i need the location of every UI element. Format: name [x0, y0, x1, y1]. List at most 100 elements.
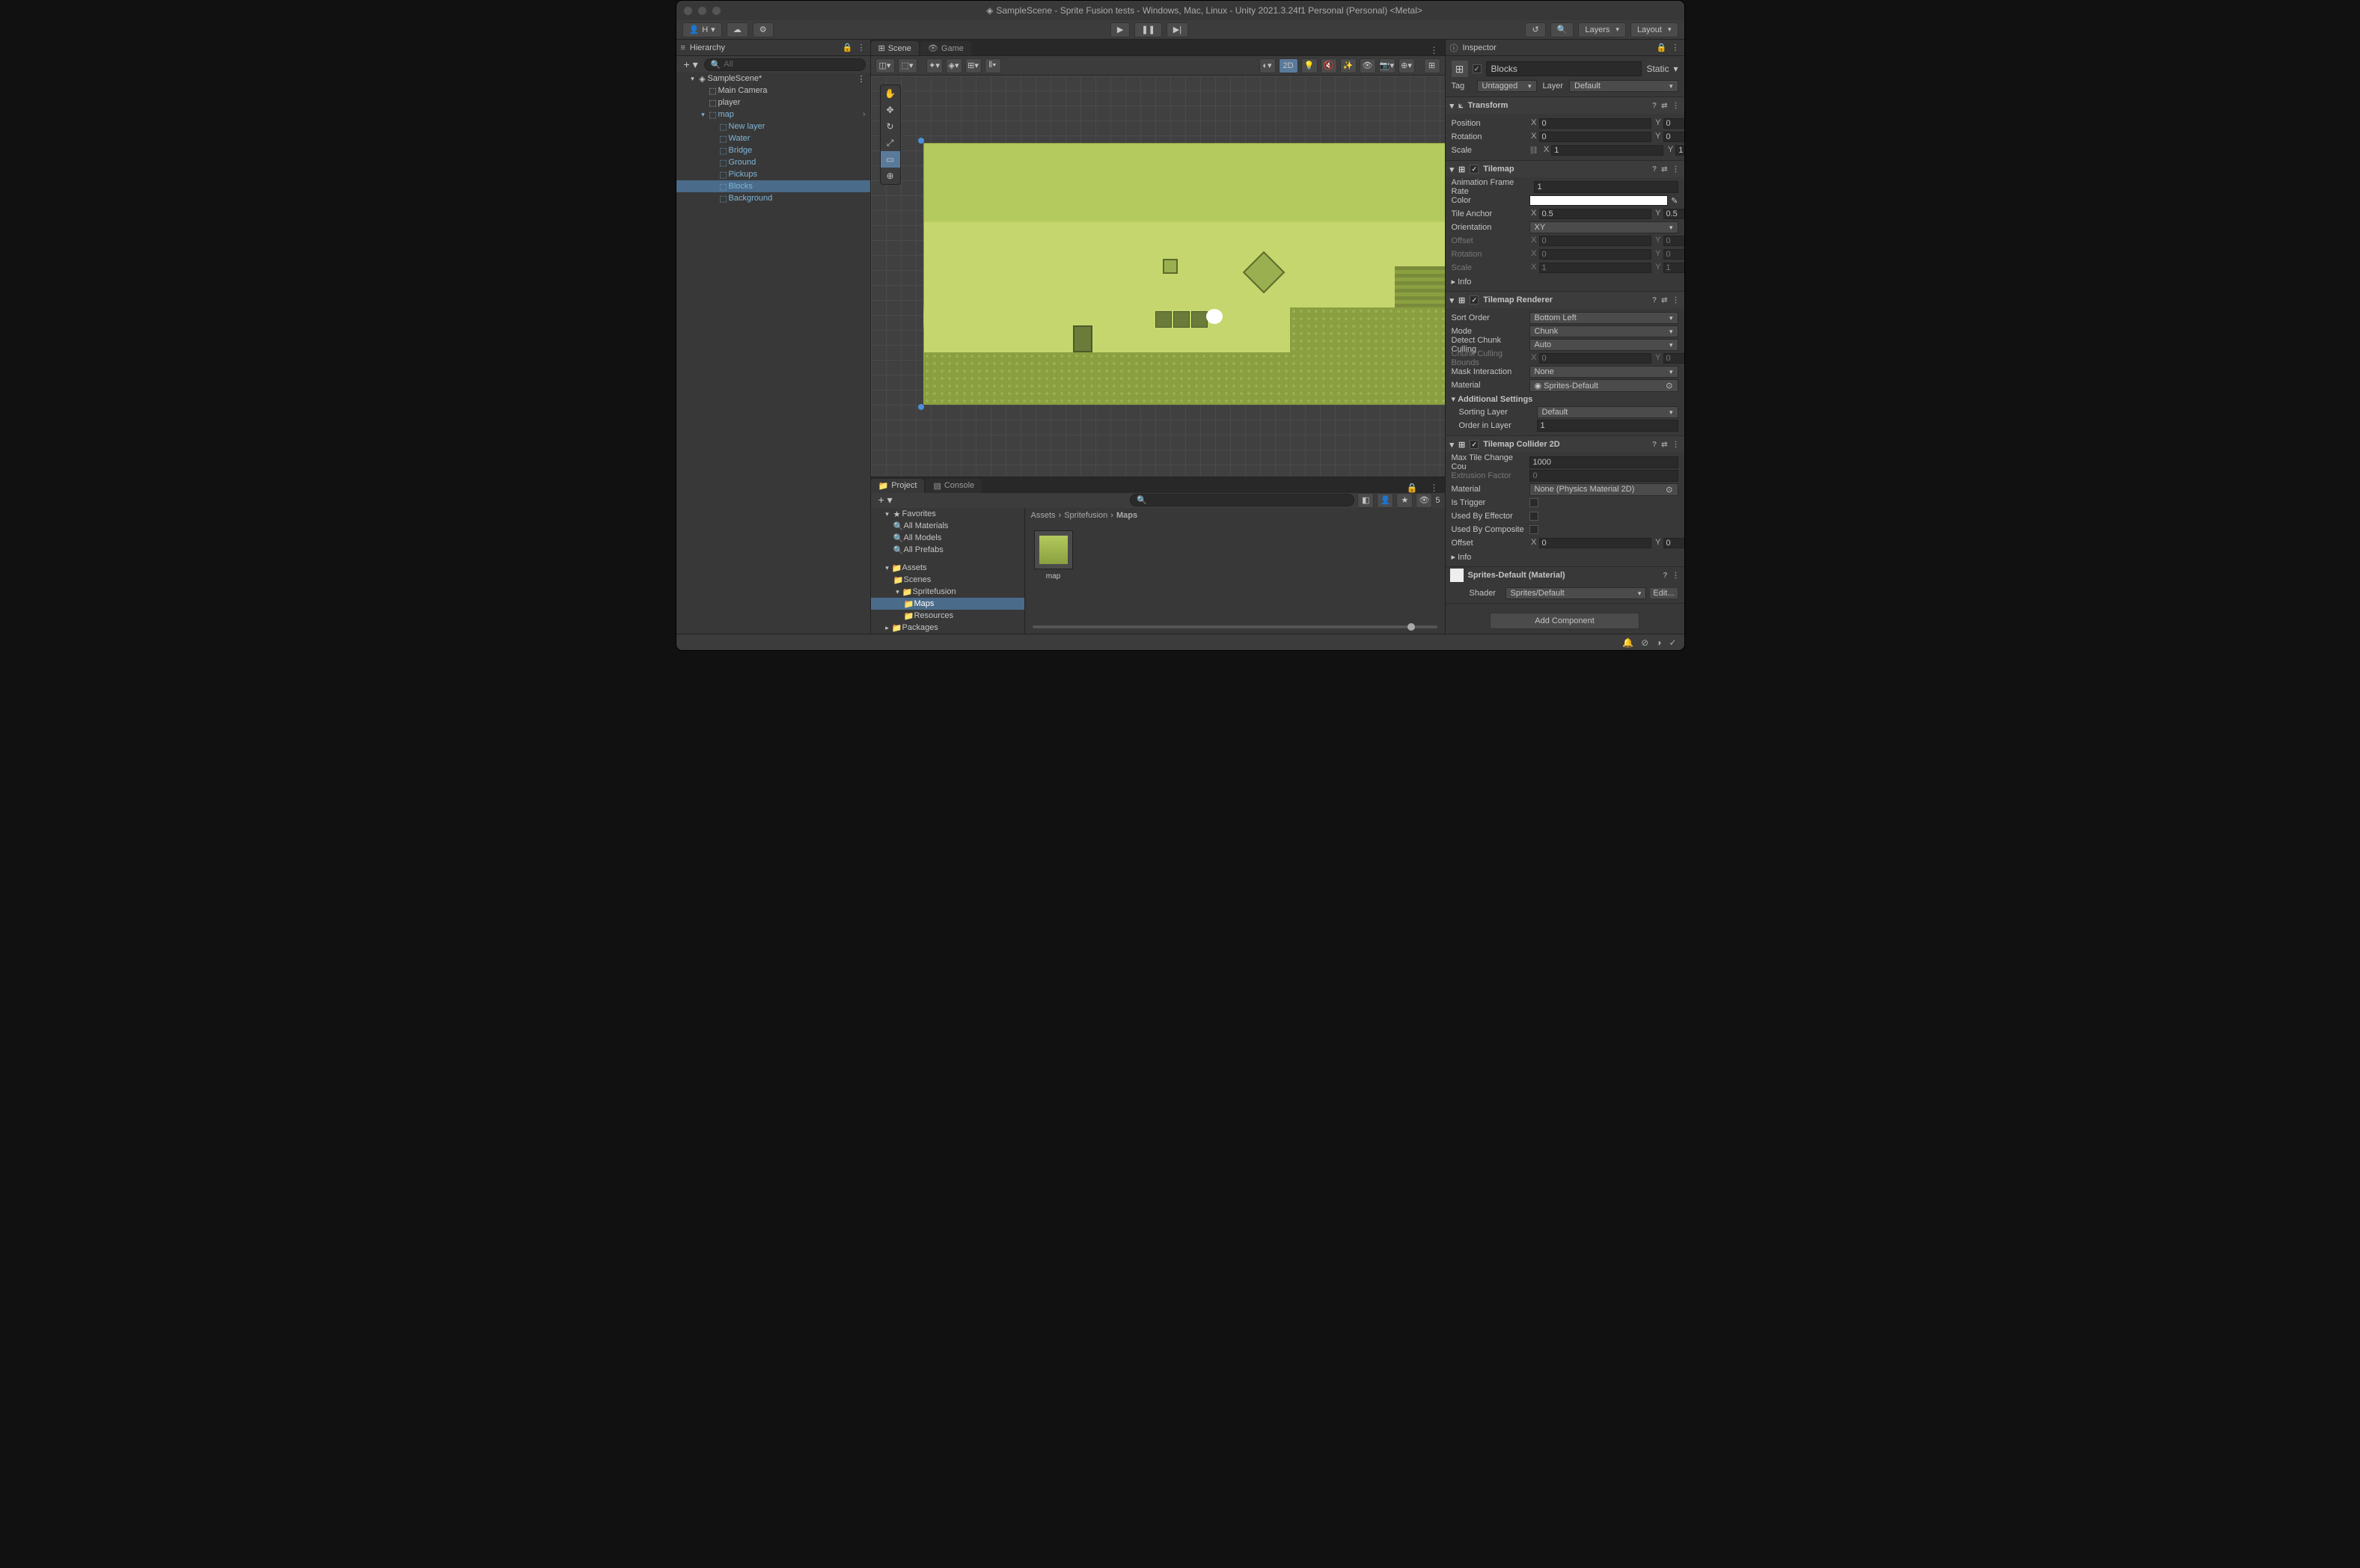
- shading-mode-dropdown[interactable]: ◫▾: [875, 58, 895, 73]
- context-icon[interactable]: ⋮: [1424, 483, 1445, 493]
- gameobject-icon[interactable]: ⊞: [1452, 61, 1468, 77]
- hidden-icon[interactable]: 👁: [1360, 58, 1376, 73]
- scene-selection[interactable]: [923, 143, 1445, 405]
- menu-icon[interactable]: ⋮: [1672, 102, 1680, 110]
- tab-scene[interactable]: ⊞ Scene: [871, 41, 919, 55]
- object-picker-icon[interactable]: ⊙: [1666, 485, 1672, 494]
- status-icon[interactable]: ⊘: [1641, 637, 1648, 648]
- lock-icon[interactable]: 🔒: [1401, 483, 1424, 493]
- hierarchy-item[interactable]: ⬚Background: [676, 192, 870, 204]
- material-field[interactable]: ◉ Sprites-Default⊙: [1529, 379, 1678, 392]
- draw-mode-dropdown[interactable]: ⬚▾: [898, 58, 917, 73]
- detect-cull-dropdown[interactable]: Auto: [1529, 339, 1678, 351]
- menu-icon[interactable]: ⋮: [1672, 572, 1680, 580]
- tab-context-icon[interactable]: ⋮: [1424, 45, 1445, 55]
- anchor-y-input[interactable]: [1663, 209, 1684, 219]
- help-icon[interactable]: ?: [1652, 102, 1657, 110]
- tilemap-enable-checkbox[interactable]: [1470, 165, 1479, 174]
- anim-frame-input[interactable]: [1534, 181, 1678, 193]
- play-button[interactable]: ▶: [1110, 22, 1130, 37]
- constrain-icon[interactable]: ⛓: [1529, 147, 1539, 155]
- rot-x-input[interactable]: [1539, 132, 1651, 142]
- favorite-item[interactable]: 🔍All Materials: [871, 520, 1024, 532]
- status-icon[interactable]: ✓: [1669, 637, 1676, 648]
- rotate-tool[interactable]: ↻: [881, 118, 900, 135]
- search-global-button[interactable]: 🔍: [1550, 22, 1574, 37]
- object-picker-icon[interactable]: ⊙: [1666, 381, 1672, 391]
- filter-icon[interactable]: ◧: [1357, 493, 1374, 508]
- favorite-icon[interactable]: ★: [1396, 493, 1413, 508]
- context-icon[interactable]: ⋮: [1672, 43, 1680, 52]
- thumbnail-size-slider[interactable]: [1033, 625, 1437, 628]
- traffic-close[interactable]: [684, 7, 692, 15]
- active-checkbox[interactable]: [1473, 64, 1482, 73]
- renderer-header[interactable]: ▾ ⊞ Tilemap Renderer?⇄⋮: [1446, 292, 1684, 308]
- filter2-icon[interactable]: 👤: [1377, 493, 1393, 508]
- renderer-enable-checkbox[interactable]: [1470, 295, 1479, 304]
- menu-icon[interactable]: ⋮: [1672, 165, 1680, 174]
- preset-icon[interactable]: ⇄: [1661, 165, 1667, 174]
- undo-history-button[interactable]: ↺: [1525, 22, 1545, 37]
- breadcrumb-item[interactable]: Assets: [1031, 511, 1056, 520]
- hierarchy-item[interactable]: ⬚New layer: [676, 120, 870, 132]
- settings-button[interactable]: ⚙: [753, 22, 774, 37]
- snap-icon[interactable]: ⫴▾: [985, 58, 1001, 73]
- help-icon[interactable]: ?: [1652, 165, 1657, 174]
- hierarchy-item[interactable]: ⬚player: [676, 97, 870, 108]
- scene-view[interactable]: ✋ ✥ ↻ ⤢ ▭ ⊕: [871, 76, 1445, 477]
- pause-button[interactable]: ❚❚: [1134, 22, 1161, 37]
- project-search[interactable]: 🔍: [1130, 494, 1354, 506]
- lock-icon[interactable]: 🔒: [1657, 43, 1667, 52]
- is-trigger-checkbox[interactable]: [1529, 498, 1538, 507]
- gizmos-dropdown[interactable]: ⊕▾: [1398, 58, 1415, 73]
- preset-icon[interactable]: ⇄: [1661, 102, 1667, 110]
- shader-dropdown[interactable]: Sprites/Default: [1505, 587, 1647, 599]
- tilemap-header[interactable]: ▾ ⊞ Tilemap?⇄⋮: [1446, 161, 1684, 177]
- assets-header[interactable]: ▾📁Assets: [871, 562, 1024, 574]
- hierarchy-search[interactable]: 🔍 All: [704, 58, 866, 71]
- grid-visibility-icon[interactable]: ⊞: [1424, 58, 1440, 73]
- gizmo-toggle-icon[interactable]: ◐▾: [1259, 58, 1276, 73]
- scale-tool[interactable]: ⤢: [881, 135, 900, 151]
- status-icon[interactable]: 🔔: [1622, 637, 1633, 648]
- coll-material-field[interactable]: None (Physics Material 2D)⊙: [1529, 483, 1678, 496]
- step-button[interactable]: ▶|: [1167, 22, 1188, 37]
- layout-dropdown[interactable]: Layout: [1630, 22, 1678, 37]
- tab-console[interactable]: ▤ Console: [926, 479, 982, 493]
- add-component-button[interactable]: Add Component: [1490, 613, 1639, 629]
- rot-y-input[interactable]: [1663, 132, 1684, 142]
- traffic-maximize[interactable]: [712, 7, 721, 15]
- transform-header[interactable]: ▾ ⟀ Transform?⇄⋮: [1446, 97, 1684, 114]
- favorites-header[interactable]: ▾★Favorites: [871, 508, 1024, 520]
- color-field[interactable]: [1529, 195, 1669, 206]
- breadcrumb-item[interactable]: Maps: [1116, 511, 1137, 520]
- scale-x-input[interactable]: [1551, 145, 1663, 156]
- edit-shader-button[interactable]: Edit...: [1649, 587, 1678, 599]
- info-foldout[interactable]: ▸ Info: [1452, 277, 1472, 287]
- favorite-item[interactable]: 🔍All Models: [871, 532, 1024, 544]
- coll-info-foldout[interactable]: ▸ Info: [1452, 552, 1472, 562]
- add-settings-foldout[interactable]: ▾ Additional Settings: [1452, 394, 1533, 404]
- selection-handle[interactable]: [918, 404, 924, 410]
- coll-offset-x-input[interactable]: [1539, 538, 1651, 548]
- layers-dropdown[interactable]: Layers: [1578, 22, 1626, 37]
- menu-icon[interactable]: ⋮: [1672, 441, 1680, 449]
- transform-tool[interactable]: ⊕: [881, 168, 900, 184]
- used-by-effector-checkbox[interactable]: [1529, 512, 1538, 521]
- selection-handle[interactable]: [918, 138, 924, 144]
- max-tile-input[interactable]: [1529, 456, 1678, 468]
- pos-y-input[interactable]: [1663, 118, 1684, 129]
- tab-game[interactable]: 👁 Game: [920, 41, 971, 55]
- pos-x-input[interactable]: [1539, 118, 1651, 129]
- orientation-dropdown[interactable]: XY: [1529, 221, 1678, 233]
- order-input[interactable]: [1537, 420, 1678, 432]
- move-tool[interactable]: ✥: [881, 102, 900, 118]
- mask-dropdown[interactable]: None: [1529, 366, 1678, 378]
- gameobject-name-input[interactable]: [1486, 61, 1642, 76]
- mode-dropdown[interactable]: Chunk: [1529, 325, 1678, 337]
- help-icon[interactable]: ?: [1663, 572, 1667, 580]
- tag-dropdown[interactable]: Untagged: [1477, 80, 1537, 92]
- folder-item-selected[interactable]: 📁Maps: [871, 598, 1024, 610]
- static-dropdown[interactable]: ▾: [1673, 64, 1678, 74]
- folder-item[interactable]: 📁Resources: [871, 610, 1024, 622]
